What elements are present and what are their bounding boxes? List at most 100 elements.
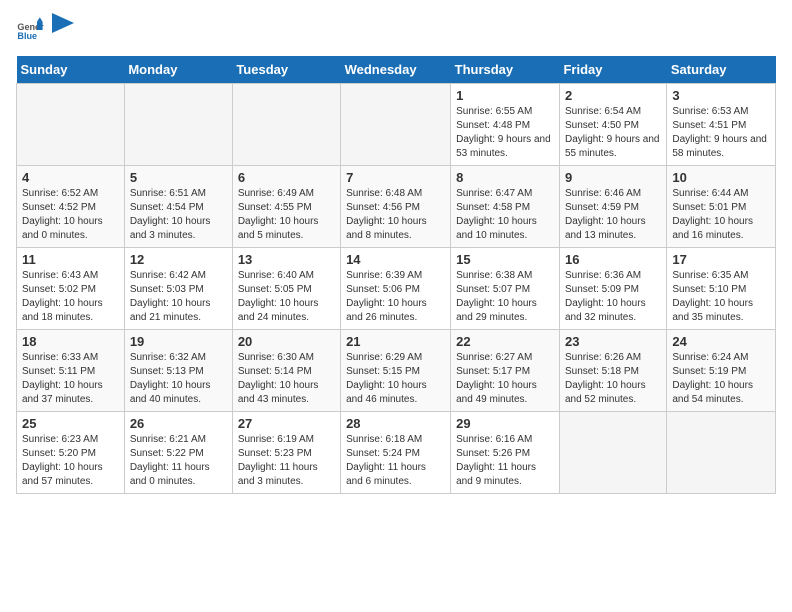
weekday-header-sunday: Sunday: [17, 56, 125, 84]
day-number: 8: [456, 170, 554, 185]
weekday-header-wednesday: Wednesday: [341, 56, 451, 84]
calendar-cell: [341, 84, 451, 166]
day-number: 17: [672, 252, 770, 267]
week-row-5: 25 Sunrise: 6:23 AMSunset: 5:20 PMDayligh…: [17, 412, 776, 494]
day-info: Sunrise: 6:30 AMSunset: 5:14 PMDaylight:…: [238, 351, 335, 407]
day-number: 6: [238, 170, 335, 185]
day-number: 2: [565, 88, 661, 103]
week-row-3: 11 Sunrise: 6:43 AMSunset: 5:02 PMDayligh…: [17, 248, 776, 330]
day-info: Sunrise: 6:27 AMSunset: 5:17 PMDaylight:…: [456, 351, 554, 407]
day-info: Sunrise: 6:48 AMSunset: 4:56 PMDaylight:…: [346, 187, 445, 243]
day-info: Sunrise: 6:36 AMSunset: 5:09 PMDaylight:…: [565, 269, 661, 325]
calendar-cell: 9 Sunrise: 6:46 AMSunset: 4:59 PMDaylight…: [559, 166, 666, 248]
day-info: Sunrise: 6:43 AMSunset: 5:02 PMDaylight:…: [22, 269, 119, 325]
day-info: Sunrise: 6:23 AMSunset: 5:20 PMDaylight:…: [22, 433, 119, 489]
logo-icon: General Blue: [16, 16, 44, 44]
day-info: Sunrise: 6:51 AMSunset: 4:54 PMDaylight:…: [130, 187, 227, 243]
calendar-cell: 26 Sunrise: 6:21 AMSunset: 5:22 PMDayligh…: [124, 412, 232, 494]
day-info: Sunrise: 6:29 AMSunset: 5:15 PMDaylight:…: [346, 351, 445, 407]
day-number: 4: [22, 170, 119, 185]
day-info: Sunrise: 6:18 AMSunset: 5:24 PMDaylight:…: [346, 433, 445, 489]
weekday-header-row: SundayMondayTuesdayWednesdayThursdayFrid…: [17, 56, 776, 84]
calendar-cell: 23 Sunrise: 6:26 AMSunset: 5:18 PMDayligh…: [559, 330, 666, 412]
day-info: Sunrise: 6:19 AMSunset: 5:23 PMDaylight:…: [238, 433, 335, 489]
day-info: Sunrise: 6:54 AMSunset: 4:50 PMDaylight:…: [565, 105, 661, 161]
day-number: 22: [456, 334, 554, 349]
calendar-cell: 15Sunrise: 6:38 AMSunset: 5:07 PMDayligh…: [451, 248, 560, 330]
calendar-cell: 22 Sunrise: 6:27 AMSunset: 5:17 PMDayligh…: [451, 330, 560, 412]
day-number: 5: [130, 170, 227, 185]
day-info: Sunrise: 6:16 AMSunset: 5:26 PMDaylight:…: [456, 433, 554, 489]
day-number: 26: [130, 416, 227, 431]
calendar-cell: [232, 84, 340, 166]
day-number: 29: [456, 416, 554, 431]
calendar-cell: 20 Sunrise: 6:30 AMSunset: 5:14 PMDayligh…: [232, 330, 340, 412]
calendar-cell: 1 Sunrise: 6:55 AMSunset: 4:48 PMDaylight…: [451, 84, 560, 166]
calendar-cell: 28 Sunrise: 6:18 AMSunset: 5:24 PMDayligh…: [341, 412, 451, 494]
calendar-cell: 27Sunrise: 6:19 AMSunset: 5:23 PMDayligh…: [232, 412, 340, 494]
day-number: 18: [22, 334, 119, 349]
calendar-cell: 16 Sunrise: 6:36 AMSunset: 5:09 PMDayligh…: [559, 248, 666, 330]
day-info: Sunrise: 6:26 AMSunset: 5:18 PMDaylight:…: [565, 351, 661, 407]
day-number: 21: [346, 334, 445, 349]
weekday-header-thursday: Thursday: [451, 56, 560, 84]
calendar-cell: 25 Sunrise: 6:23 AMSunset: 5:20 PMDayligh…: [17, 412, 125, 494]
calendar-cell: 8 Sunrise: 6:47 AMSunset: 4:58 PMDaylight…: [451, 166, 560, 248]
calendar-cell: 2 Sunrise: 6:54 AMSunset: 4:50 PMDaylight…: [559, 84, 666, 166]
day-number: 11: [22, 252, 119, 267]
day-number: 1: [456, 88, 554, 103]
day-info: Sunrise: 6:32 AMSunset: 5:13 PMDaylight:…: [130, 351, 227, 407]
calendar-cell: 19 Sunrise: 6:32 AMSunset: 5:13 PMDayligh…: [124, 330, 232, 412]
day-info: Sunrise: 6:40 AMSunset: 5:05 PMDaylight:…: [238, 269, 335, 325]
calendar-cell: 6 Sunrise: 6:49 AMSunset: 4:55 PMDaylight…: [232, 166, 340, 248]
day-number: 20: [238, 334, 335, 349]
calendar-cell: 29 Sunrise: 6:16 AMSunset: 5:26 PMDayligh…: [451, 412, 560, 494]
day-info: Sunrise: 6:46 AMSunset: 4:59 PMDaylight:…: [565, 187, 661, 243]
day-info: Sunrise: 6:42 AMSunset: 5:03 PMDaylight:…: [130, 269, 227, 325]
day-number: 13: [238, 252, 335, 267]
day-info: Sunrise: 6:52 AMSunset: 4:52 PMDaylight:…: [22, 187, 119, 243]
day-number: 28: [346, 416, 445, 431]
day-number: 19: [130, 334, 227, 349]
day-number: 16: [565, 252, 661, 267]
calendar-cell: [667, 412, 776, 494]
day-number: 24: [672, 334, 770, 349]
calendar-cell: 3 Sunrise: 6:53 AMSunset: 4:51 PMDaylight…: [667, 84, 776, 166]
day-number: 23: [565, 334, 661, 349]
page-header: General Blue: [16, 16, 776, 44]
logo: General Blue: [16, 16, 74, 44]
week-row-2: 4 Sunrise: 6:52 AMSunset: 4:52 PMDaylight…: [17, 166, 776, 248]
day-number: 9: [565, 170, 661, 185]
calendar-cell: [17, 84, 125, 166]
calendar-cell: 5 Sunrise: 6:51 AMSunset: 4:54 PMDaylight…: [124, 166, 232, 248]
day-info: Sunrise: 6:21 AMSunset: 5:22 PMDaylight:…: [130, 433, 227, 489]
calendar-cell: [559, 412, 666, 494]
weekday-header-monday: Monday: [124, 56, 232, 84]
day-number: 7: [346, 170, 445, 185]
calendar-cell: 17Sunrise: 6:35 AMSunset: 5:10 PMDayligh…: [667, 248, 776, 330]
day-number: 12: [130, 252, 227, 267]
day-number: 14: [346, 252, 445, 267]
svg-text:Blue: Blue: [17, 31, 37, 41]
day-info: Sunrise: 6:24 AMSunset: 5:19 PMDaylight:…: [672, 351, 770, 407]
weekday-header-tuesday: Tuesday: [232, 56, 340, 84]
day-info: Sunrise: 6:39 AMSunset: 5:06 PMDaylight:…: [346, 269, 445, 325]
calendar-cell: 21 Sunrise: 6:29 AMSunset: 5:15 PMDayligh…: [341, 330, 451, 412]
calendar-cell: 18Sunrise: 6:33 AMSunset: 5:11 PMDayligh…: [17, 330, 125, 412]
calendar-cell: 4 Sunrise: 6:52 AMSunset: 4:52 PMDaylight…: [17, 166, 125, 248]
calendar-cell: 24 Sunrise: 6:24 AMSunset: 5:19 PMDayligh…: [667, 330, 776, 412]
day-info: Sunrise: 6:53 AMSunset: 4:51 PMDaylight:…: [672, 105, 770, 161]
day-number: 3: [672, 88, 770, 103]
calendar-cell: [124, 84, 232, 166]
day-info: Sunrise: 6:55 AMSunset: 4:48 PMDaylight:…: [456, 105, 554, 161]
calendar-cell: 11 Sunrise: 6:43 AMSunset: 5:02 PMDayligh…: [17, 248, 125, 330]
weekday-header-friday: Friday: [559, 56, 666, 84]
day-number: 25: [22, 416, 119, 431]
day-info: Sunrise: 6:44 AMSunset: 5:01 PMDaylight:…: [672, 187, 770, 243]
calendar-cell: 10Sunrise: 6:44 AMSunset: 5:01 PMDayligh…: [667, 166, 776, 248]
calendar-cell: 13 Sunrise: 6:40 AMSunset: 5:05 PMDayligh…: [232, 248, 340, 330]
day-info: Sunrise: 6:47 AMSunset: 4:58 PMDaylight:…: [456, 187, 554, 243]
calendar-cell: 7 Sunrise: 6:48 AMSunset: 4:56 PMDaylight…: [341, 166, 451, 248]
day-info: Sunrise: 6:38 AMSunset: 5:07 PMDaylight:…: [456, 269, 554, 325]
day-info: Sunrise: 6:49 AMSunset: 4:55 PMDaylight:…: [238, 187, 335, 243]
